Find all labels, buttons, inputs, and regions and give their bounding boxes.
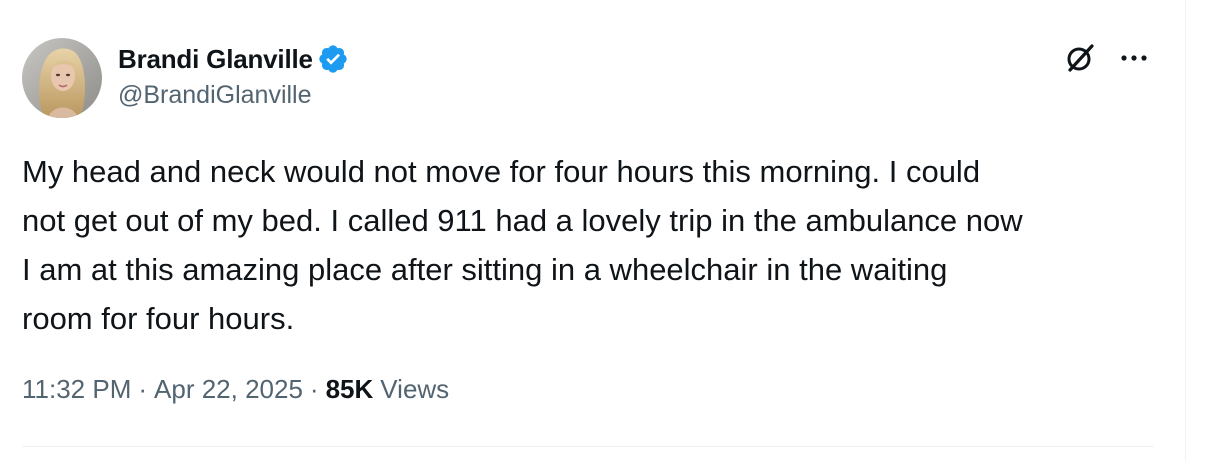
verified-badge-icon[interactable] bbox=[317, 43, 349, 75]
grok-icon[interactable] bbox=[1062, 40, 1098, 76]
divider bbox=[22, 446, 1154, 447]
more-options-icon[interactable] bbox=[1116, 42, 1152, 74]
meta-separator: · bbox=[138, 374, 148, 404]
tweet-header: Brandi Glanville @BrandiGlanville bbox=[22, 38, 1154, 120]
tweet-time[interactable]: 11:32 PM bbox=[22, 374, 131, 405]
user-names: Brandi Glanville @BrandiGlanville bbox=[118, 43, 349, 110]
user-handle[interactable]: @BrandiGlanville bbox=[118, 81, 349, 110]
tweet-meta: 11:32 PM · Apr 22, 2025 · 85K Views bbox=[22, 374, 449, 405]
column-border bbox=[1185, 0, 1186, 460]
views-count[interactable]: 85K bbox=[326, 374, 374, 405]
name-row: Brandi Glanville bbox=[118, 43, 349, 75]
tweet-text: My head and neck would not move for four… bbox=[22, 154, 1023, 336]
display-name[interactable]: Brandi Glanville bbox=[118, 44, 313, 75]
tweet: Brandi Glanville @BrandiGlanville My hea… bbox=[22, 38, 1154, 404]
tweet-date[interactable]: Apr 22, 2025 bbox=[154, 374, 303, 405]
avatar[interactable] bbox=[22, 38, 102, 118]
views-label[interactable]: Views bbox=[380, 374, 449, 405]
meta-separator: · bbox=[309, 374, 319, 404]
